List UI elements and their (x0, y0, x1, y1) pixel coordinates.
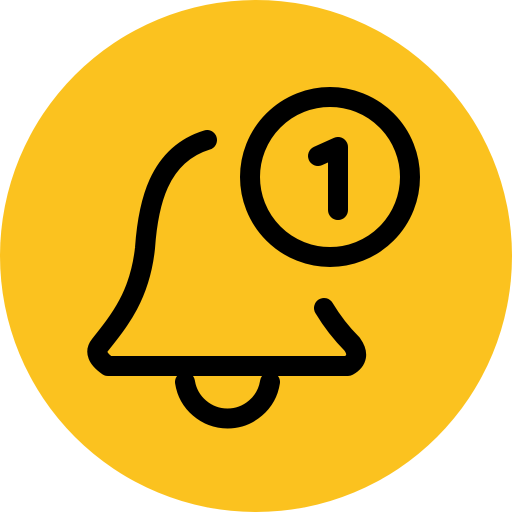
notification-icon-svg: 1 (0, 0, 512, 512)
notification-icon[interactable]: 1 (0, 0, 512, 512)
icon-background-circle (0, 0, 512, 512)
